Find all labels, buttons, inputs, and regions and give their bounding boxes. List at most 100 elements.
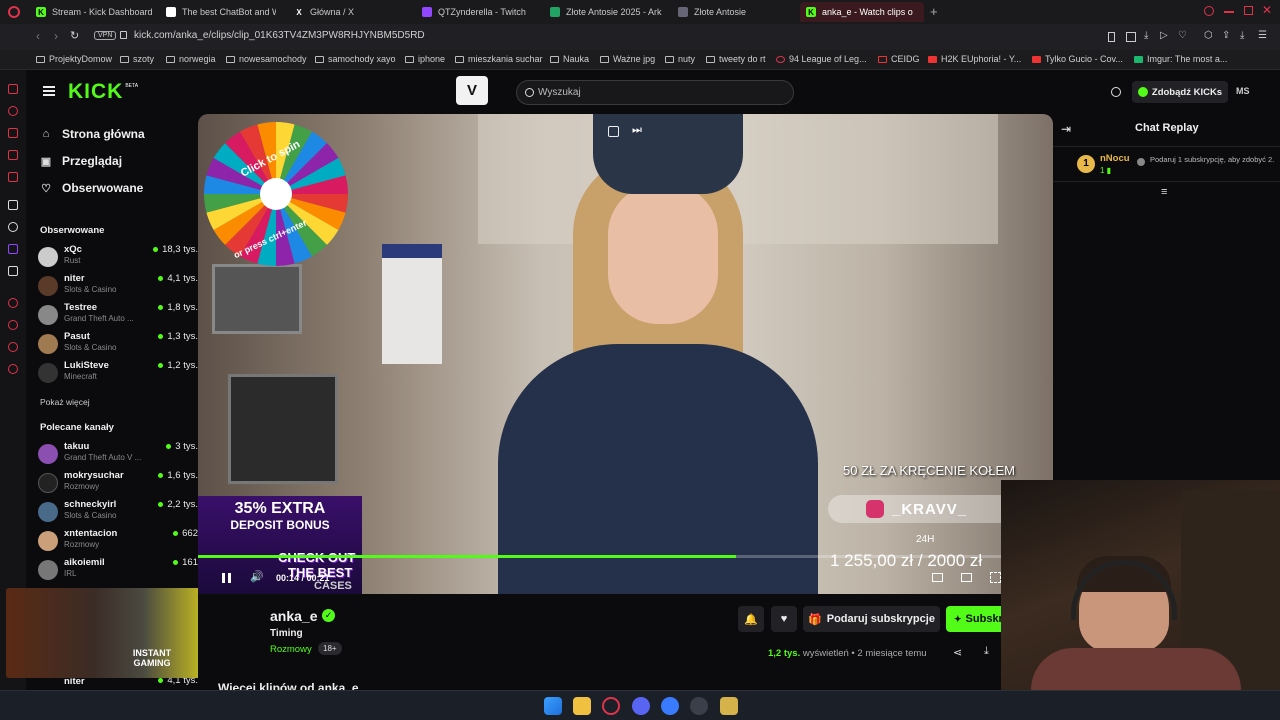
bookmark-gucio[interactable]: Tylko Gucio - Cov...: [1032, 54, 1123, 64]
gift-subs-button[interactable]: 🎁 Podaruj subskrypcje: [803, 606, 940, 632]
bookmark-h2k[interactable]: H2K EUphoria! - Y...: [928, 54, 1021, 64]
show-more-link[interactable]: Pokaż więcej: [40, 397, 90, 407]
opera-icon[interactable]: [8, 6, 20, 18]
maximize-button[interactable]: [1244, 6, 1253, 15]
extensions-icon[interactable]: ⬡: [1204, 30, 1213, 41]
download-icon[interactable]: ⤓: [1144, 30, 1148, 41]
app-icon[interactable]: [720, 697, 738, 715]
volume-icon[interactable]: 🔊: [250, 570, 264, 583]
get-kicks-button[interactable]: Zdobądź KICKs: [1132, 81, 1228, 103]
tab-twitch[interactable]: QTZynderella - Twitch: [422, 2, 537, 22]
tab-zlote-antosie[interactable]: Złote Antosie: [678, 2, 788, 22]
bookmark-norwegia[interactable]: norwegia: [166, 54, 216, 64]
workspaces-icon[interactable]: [8, 84, 18, 94]
tab-kick-dashboard[interactable]: K Stream - Kick Dashboard: [36, 2, 156, 22]
bookmark-iphone[interactable]: iphone: [405, 54, 445, 64]
bookmark-projektydomow[interactable]: ProjektyDomow: [36, 54, 112, 64]
skip-icon[interactable]: ⏭: [632, 124, 642, 137]
close-window-button[interactable]: ✕: [1262, 3, 1272, 17]
clip-category[interactable]: Rozmowy: [270, 644, 312, 655]
kick-logo[interactable]: KICK BETA: [68, 80, 138, 104]
opera-taskbar-icon[interactable]: [602, 697, 620, 715]
vpn-badge[interactable]: VPN: [94, 31, 117, 40]
theater-icon[interactable]: [961, 573, 972, 582]
bookmark-wazne-jpg[interactable]: Ważne jpg: [600, 54, 655, 64]
popout-icon[interactable]: [608, 126, 619, 137]
progress-track[interactable]: [198, 555, 1001, 558]
bulb-icon[interactable]: [8, 342, 18, 352]
back-icon[interactable]: ‹: [36, 29, 40, 43]
snapshot-icon[interactable]: [1126, 32, 1136, 42]
bookmark-mieszkania[interactable]: mieszkania suchar: [455, 54, 543, 64]
share-icon[interactable]: ⋖: [953, 646, 962, 659]
heart-icon[interactable]: ♡: [1178, 30, 1187, 41]
reload-icon[interactable]: ↻: [70, 29, 79, 42]
channel-takuu[interactable]: takuu Grand Theft Auto V ... 3 tys.: [38, 441, 198, 467]
clock-icon[interactable]: [8, 320, 18, 330]
spin-wheel[interactable]: Click to spin or press ctrl+enter: [201, 119, 351, 269]
nav-home[interactable]: ⌂ Strona główna: [40, 127, 145, 141]
minimize-button[interactable]: [1224, 11, 1234, 13]
download-icon[interactable]: ⤓: [984, 645, 989, 658]
new-tab-button[interactable]: +: [930, 4, 938, 19]
channel-mokrysuchar[interactable]: mokrysuchar Rozmowy 1,6 tys.: [38, 470, 198, 496]
nav-following[interactable]: ♡ Obserwowane: [40, 181, 143, 195]
menu-icon[interactable]: ☰: [1258, 30, 1267, 41]
extension-logo[interactable]: V: [456, 76, 488, 105]
play-icon[interactable]: ▷: [1160, 30, 1168, 41]
nav-browse[interactable]: ▣ Przeglądaj: [40, 154, 122, 168]
windows-start-icon[interactable]: [544, 697, 562, 715]
share-icon[interactable]: ⇪: [1222, 30, 1230, 41]
notifications-icon[interactable]: [1111, 87, 1121, 97]
forward-icon[interactable]: ›: [54, 29, 58, 43]
channel-testree[interactable]: Testree Grand Theft Auto ... 1,8 tys.: [38, 302, 198, 328]
filter-icon[interactable]: ≡: [1161, 186, 1167, 198]
player-icon[interactable]: [8, 128, 18, 138]
channel-pasut[interactable]: Pasut Slots & Casino 1,3 tys.: [38, 331, 198, 357]
messenger-icon[interactable]: [8, 150, 18, 160]
bookmark-tweety[interactable]: tweety do rt: [706, 54, 766, 64]
x-rail-icon[interactable]: [8, 266, 18, 276]
chatgpt-icon[interactable]: [8, 222, 18, 232]
history-icon[interactable]: [8, 106, 18, 116]
channel-lukisteve[interactable]: LukiSteve Minecraft 1,2 tys.: [38, 360, 198, 386]
tab-x[interactable]: X Główna / X: [294, 2, 404, 22]
search-tabs-icon[interactable]: [1204, 6, 1214, 16]
avatar[interactable]: MS: [1236, 86, 1250, 96]
channel-aikoiemil[interactable]: aikoiemil IRL 161: [38, 557, 198, 583]
fullscreen-icon[interactable]: [990, 572, 1001, 583]
collapse-chat-icon[interactable]: ⇥: [1061, 122, 1071, 136]
bookmark-nowesamochody[interactable]: nowesamochody: [226, 54, 307, 64]
pause-icon[interactable]: [222, 573, 231, 583]
steam-icon[interactable]: [690, 697, 708, 715]
url-field[interactable]: kick.com/anka_e/clips/clip_01K63TV4ZM3PW…: [134, 30, 425, 41]
hamburger-icon[interactable]: [43, 86, 55, 96]
channel-niter[interactable]: niter Slots & Casino 4,1 tys.: [38, 273, 198, 299]
bookmark-nuty[interactable]: nuty: [665, 54, 695, 64]
search-input[interactable]: Wyszukaj: [516, 80, 794, 105]
bookmark-imgur[interactable]: Imgur: The most a...: [1134, 54, 1227, 64]
twitch-rail-icon[interactable]: [8, 244, 18, 254]
messenger-taskbar-icon[interactable]: [661, 697, 679, 715]
file-explorer-icon[interactable]: [573, 697, 591, 715]
streamer-name[interactable]: anka_e: [270, 608, 317, 624]
channel-xqc[interactable]: xQc Rust 18,3 tys.: [38, 244, 198, 270]
video-player[interactable]: Click to spin or press ctrl+enter ⏭ 50 Z…: [198, 114, 1053, 594]
bookmark-nauka[interactable]: Nauka: [550, 54, 589, 64]
channel-xntentacion[interactable]: xntentacion Rozmowy 662: [38, 528, 198, 554]
mail-icon[interactable]: [8, 172, 18, 182]
bookmark-samochody-xayo[interactable]: samochody xayo: [315, 54, 396, 64]
kick-rail-icon[interactable]: [8, 200, 18, 210]
bookmark-icon[interactable]: [1108, 32, 1115, 42]
bookmark-szoty[interactable]: szoty: [120, 54, 154, 64]
discord-icon[interactable]: [632, 697, 650, 715]
follow-heart-button[interactable]: ♥: [771, 606, 797, 632]
downloads-icon[interactable]: ⤓: [1240, 30, 1244, 41]
channel-schneckyirl[interactable]: schneckyirl Slots & Casino 2,2 tys.: [38, 499, 198, 525]
tab-anka-clips[interactable]: Kanka_e - Watch clips o: [800, 2, 924, 22]
settings-icon[interactable]: [8, 364, 18, 374]
pinboard-icon[interactable]: [8, 298, 18, 308]
miniplayer-icon[interactable]: [932, 573, 943, 582]
chat-username[interactable]: nNocu: [1100, 153, 1130, 164]
bookmark-ceidg[interactable]: CEIDG: [878, 54, 920, 64]
